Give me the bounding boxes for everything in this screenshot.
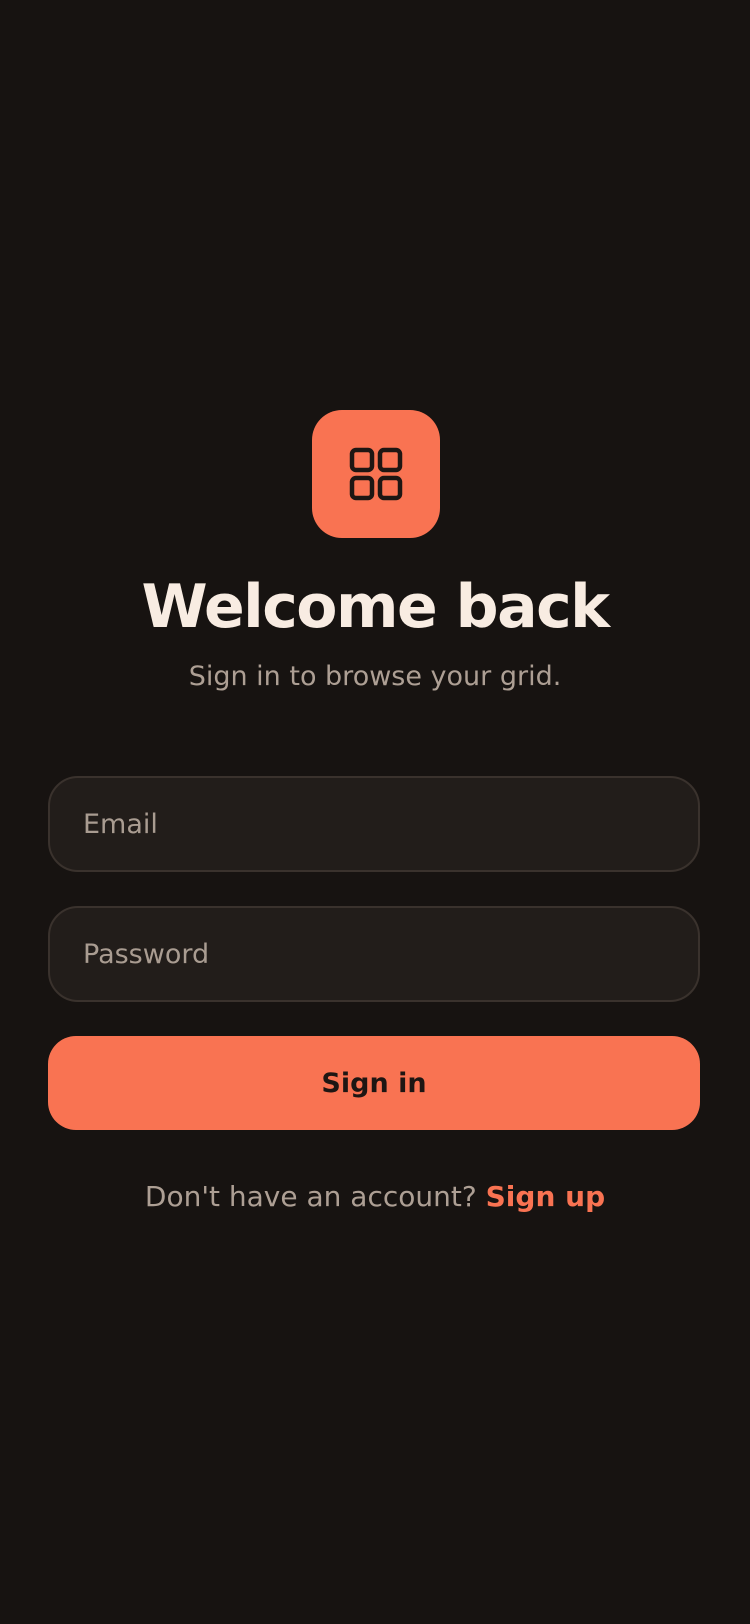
page-subtitle: Sign in to browse your grid. xyxy=(188,661,562,692)
sign-in-button[interactable]: Sign in xyxy=(48,1036,700,1130)
page-title: Welcome back xyxy=(141,572,610,642)
email-field[interactable] xyxy=(48,776,700,872)
signup-prompt: Don't have an account? Sign up xyxy=(0,1178,750,1216)
login-screen: Welcome back Sign in to browse your grid… xyxy=(0,0,750,1624)
grid-icon xyxy=(349,447,403,501)
app-logo xyxy=(312,410,440,538)
email-input[interactable] xyxy=(83,808,698,840)
password-input[interactable] xyxy=(83,938,698,970)
signup-prompt-text: Don't have an account? xyxy=(144,1180,477,1213)
password-field[interactable] xyxy=(48,906,700,1002)
sign-up-link[interactable]: Sign up xyxy=(486,1180,605,1213)
